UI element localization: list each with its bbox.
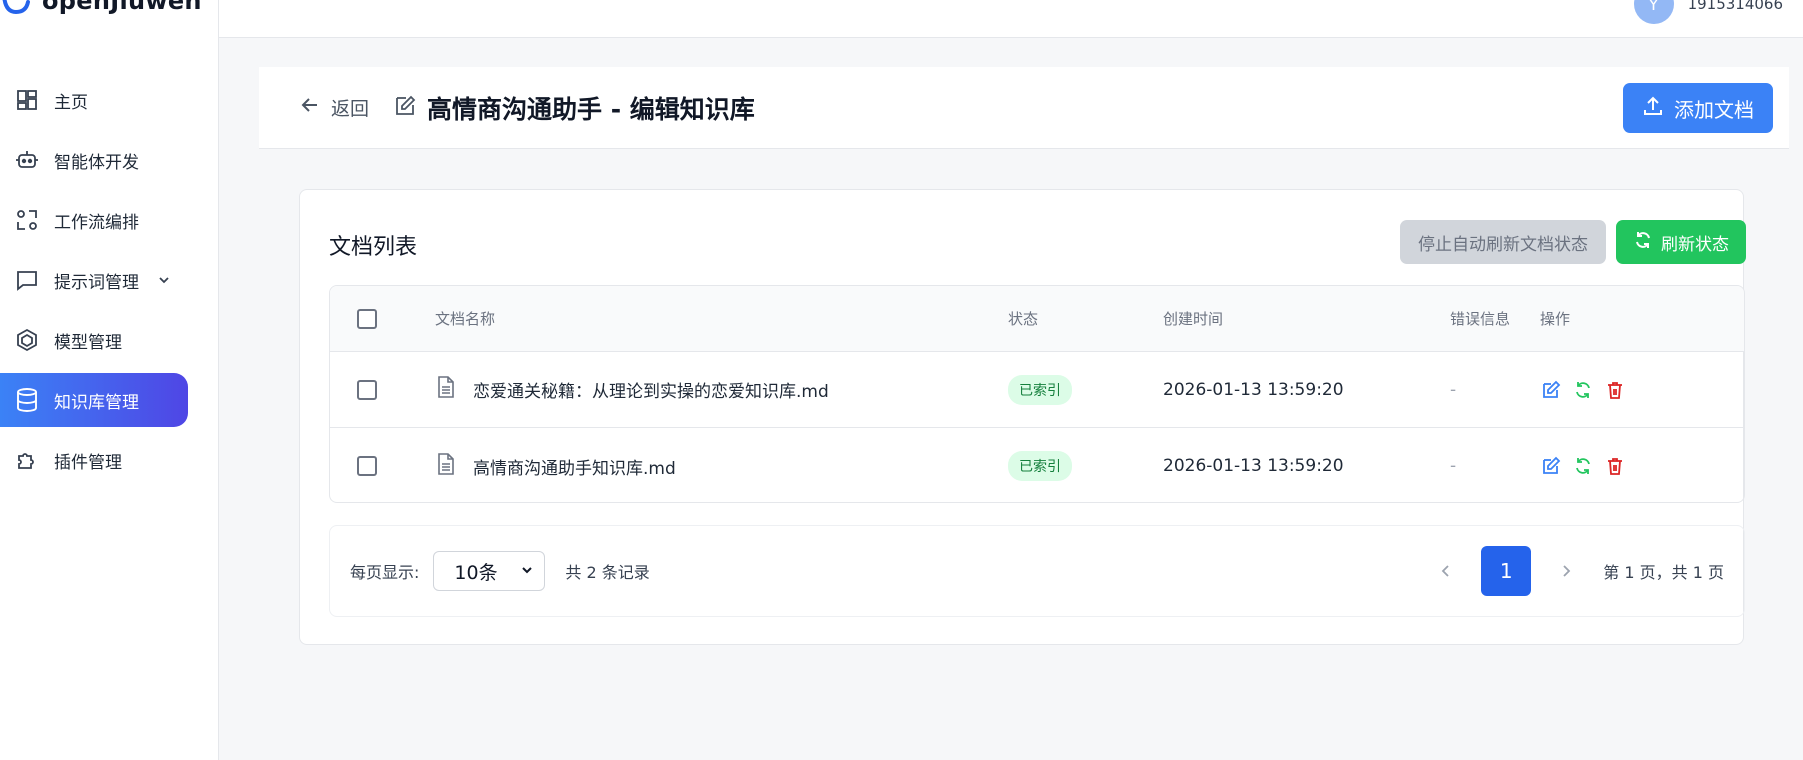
- sidebar-item-agent-dev[interactable]: 智能体开发: [0, 133, 188, 187]
- stop-auto-refresh-button[interactable]: 停止自动刷新文档状态: [1400, 220, 1606, 264]
- sidebar-item-home[interactable]: 主页: [0, 73, 188, 127]
- page-number-button[interactable]: 1: [1481, 546, 1532, 596]
- sidebar-item-models[interactable]: 模型管理: [0, 313, 188, 367]
- sidebar-item-label: 插件管理: [54, 452, 122, 473]
- row-checkbox[interactable]: [357, 456, 377, 476]
- edit-icon: [393, 94, 417, 122]
- page-size-select[interactable]: 10条: [433, 551, 546, 591]
- refresh-status-button[interactable]: 刷新状态: [1616, 220, 1746, 264]
- workflow-icon: [14, 207, 40, 233]
- brand-logo[interactable]: openJiuwen: [0, 0, 202, 16]
- delete-icon[interactable]: [1604, 455, 1626, 477]
- next-page-button[interactable]: [1551, 556, 1581, 586]
- per-page-label: 每页显示:: [350, 563, 420, 582]
- error-info: -: [1450, 379, 1457, 400]
- refresh-status-label: 刷新状态: [1661, 234, 1729, 255]
- chevron-down-icon[interactable]: [157, 273, 171, 287]
- column-header-name: 文档名称: [435, 310, 496, 328]
- pager-controls: 1 第 1 页，共 1 页: [1431, 526, 1724, 616]
- file-icon: [435, 452, 457, 481]
- arrow-left-icon: [299, 94, 321, 121]
- chat-icon: [14, 267, 40, 293]
- document-table: 文档名称 状态 创建时间 错误信息 操作 恋爱通关秘籍：从理论到实操的恋爱知识库…: [329, 285, 1745, 503]
- top-bar: Y 1915314066: [219, 0, 1803, 38]
- card-title: 文档列表: [329, 235, 418, 260]
- delete-icon[interactable]: [1604, 379, 1626, 401]
- back-label: 返回: [331, 98, 370, 120]
- sidebar-item-knowledge-base[interactable]: 知识库管理: [0, 373, 188, 427]
- sidebar-item-label: 工作流编排: [54, 212, 139, 233]
- column-header-error: 错误信息: [1450, 310, 1511, 328]
- cube-icon: [14, 327, 40, 353]
- page-size-value: 10条: [454, 561, 498, 584]
- sidebar-item-label: 知识库管理: [54, 392, 139, 413]
- table-header: 文档名称 状态 创建时间 错误信息 操作: [330, 286, 1744, 352]
- sidebar-item-label: 提示词管理: [54, 272, 139, 293]
- add-document-label: 添加文档: [1674, 97, 1754, 122]
- avatar[interactable]: Y: [1633, 0, 1674, 24]
- page-info: 第 1 页，共 1 页: [1603, 563, 1724, 582]
- add-document-button[interactable]: 添加文档: [1623, 83, 1773, 133]
- reindex-icon[interactable]: [1572, 379, 1594, 401]
- logo-icon: [0, 0, 34, 16]
- document-name[interactable]: 恋爱通关秘籍：从理论到实操的恋爱知识库.md: [473, 377, 829, 402]
- sidebar-item-plugins[interactable]: 插件管理: [0, 433, 188, 487]
- back-button[interactable]: 返回: [299, 94, 369, 121]
- brand-name: openJiuwen: [42, 0, 202, 15]
- pagination: 每页显示: 10条 共 2 条记录 1 第 1 页，共 1 页: [329, 525, 1745, 617]
- dashboard-icon: [14, 87, 40, 113]
- column-header-actions: 操作: [1540, 310, 1571, 328]
- status-badge: 已索引: [1008, 451, 1072, 481]
- created-time: 2026-01-13 13:59:20: [1163, 379, 1344, 400]
- sidebar-item-workflow[interactable]: 工作流编排: [0, 193, 188, 247]
- prev-page-button[interactable]: [1431, 556, 1461, 586]
- error-info: -: [1450, 456, 1457, 476]
- sidebar-nav: 主页 智能体开发 工作流编排 提示词管理 模型管理 知识库管理 插件管理: [0, 73, 219, 493]
- column-header-created: 创建时间: [1163, 310, 1224, 328]
- document-name[interactable]: 高情商沟通助手知识库.md: [473, 454, 676, 479]
- document-list-card: 文档列表 停止自动刷新文档状态 刷新状态 文档名称 状态 创建时间 错误信息 操…: [299, 189, 1746, 645]
- sidebar-item-label: 智能体开发: [54, 152, 139, 173]
- created-time: 2026-01-13 13:59:20: [1163, 456, 1344, 476]
- sidebar: openJiuwen 主页 智能体开发 工作流编排 提示词管理 模型管理 知识库…: [0, 0, 219, 760]
- user-menu[interactable]: Y 1915314066: [1633, 0, 1783, 24]
- upload-icon: [1642, 95, 1664, 122]
- table-row: 高情商沟通助手知识库.md 已索引 2026-01-13 13:59:20 -: [330, 428, 1744, 502]
- title-group: 高情商沟通助手 - 编辑知识库: [393, 90, 755, 126]
- status-badge: 已索引: [1008, 374, 1072, 405]
- file-icon: [435, 375, 457, 404]
- chevron-down-icon: [520, 560, 534, 582]
- column-header-status: 状态: [1008, 310, 1039, 328]
- total-records: 共 2 条记录: [565, 563, 650, 582]
- refresh-icon: [1633, 230, 1653, 255]
- page-header: 返回 高情商沟通助手 - 编辑知识库 添加文档: [259, 67, 1789, 149]
- table-row: 恋爱通关秘籍：从理论到实操的恋爱知识库.md 已索引 2026-01-13 13…: [330, 352, 1744, 428]
- username: 1915314066: [1687, 0, 1783, 13]
- sidebar-item-label: 主页: [54, 92, 88, 113]
- edit-icon[interactable]: [1540, 379, 1562, 401]
- select-all-checkbox[interactable]: [357, 308, 377, 329]
- row-checkbox[interactable]: [357, 379, 377, 400]
- robot-icon: [14, 147, 40, 173]
- sidebar-item-prompts[interactable]: 提示词管理: [0, 253, 188, 307]
- edit-icon[interactable]: [1540, 455, 1562, 477]
- puzzle-icon: [14, 447, 40, 473]
- page-title: 高情商沟通助手 - 编辑知识库: [427, 94, 755, 124]
- database-icon: [14, 387, 40, 413]
- sidebar-item-label: 模型管理: [54, 332, 122, 353]
- reindex-icon[interactable]: [1572, 455, 1594, 477]
